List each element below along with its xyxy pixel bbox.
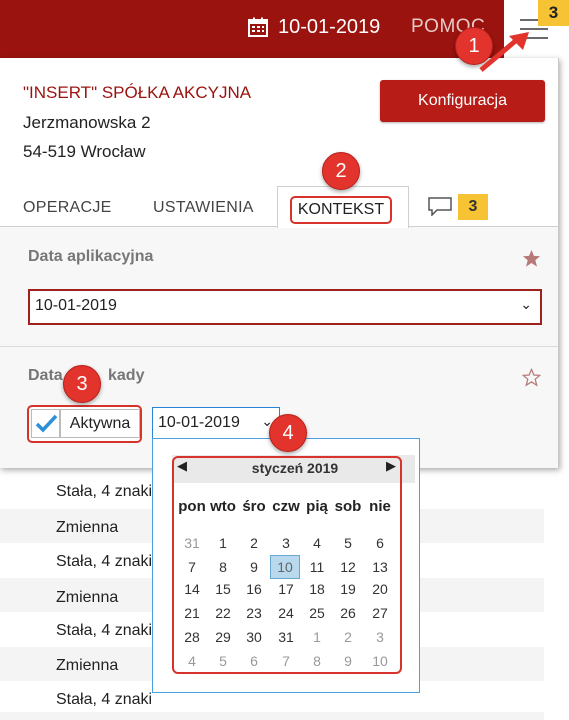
app-date-value: 10-01-2019 <box>35 297 117 314</box>
doc-date-label: Data <box>28 367 63 384</box>
list-item: Zmienna <box>56 657 119 674</box>
header-date[interactable]: 10-01-2019 <box>278 15 380 39</box>
list-item: Stała, 4 znaki <box>56 483 153 500</box>
tab-context[interactable]: KONTEKST <box>290 196 392 224</box>
list-item: Zmienna <box>56 519 119 536</box>
list-item: Stała, 4 znaki <box>56 622 153 639</box>
company-name: "INSERT" SPÓŁKA AKCYJNA <box>23 83 252 102</box>
menu-count-badge: 3 <box>538 0 569 26</box>
active-label[interactable]: Aktywna <box>60 409 140 438</box>
list-item: Stała, 4 znaki <box>56 553 153 570</box>
calendar-icon[interactable] <box>248 17 268 37</box>
star-outline-icon[interactable] <box>522 368 541 387</box>
company-city: 54-519 Wrocław <box>23 142 146 161</box>
callout-2: 2 <box>322 152 360 190</box>
configuration-button[interactable]: Konfiguracja <box>380 80 545 122</box>
list-item: Zmienna <box>56 589 119 606</box>
doc-date-select[interactable]: 10-01-2019 ⌄ <box>152 407 280 440</box>
company-street: Jerzmanowska 2 <box>23 113 151 132</box>
app-date-label: Data aplikacyjna <box>28 248 154 265</box>
tab-settings[interactable]: USTAWIENIA <box>153 198 254 218</box>
callout-3: 3 <box>63 365 101 403</box>
comment-icon[interactable] <box>427 196 453 216</box>
callout-4: 4 <box>269 414 307 452</box>
star-filled-icon[interactable] <box>522 249 541 268</box>
calendar-highlight-frame <box>172 456 402 674</box>
tab-operations[interactable]: OPERACJE <box>23 198 112 218</box>
list-row-stripe <box>0 712 544 720</box>
list-item: Stała, 4 znaki <box>56 691 153 708</box>
section-divider <box>0 346 558 347</box>
callout-arrow <box>479 32 529 72</box>
app-date-select[interactable]: 10-01-2019 ⌄ <box>28 289 542 325</box>
doc-date-value: 10-01-2019 <box>158 414 240 431</box>
doc-date-label-tail: kady <box>108 367 145 384</box>
comments-count-badge: 3 <box>458 194 488 220</box>
checkmark-icon <box>35 414 58 433</box>
chevron-down-icon: ⌄ <box>520 296 532 312</box>
active-checkbox[interactable] <box>31 409 60 438</box>
